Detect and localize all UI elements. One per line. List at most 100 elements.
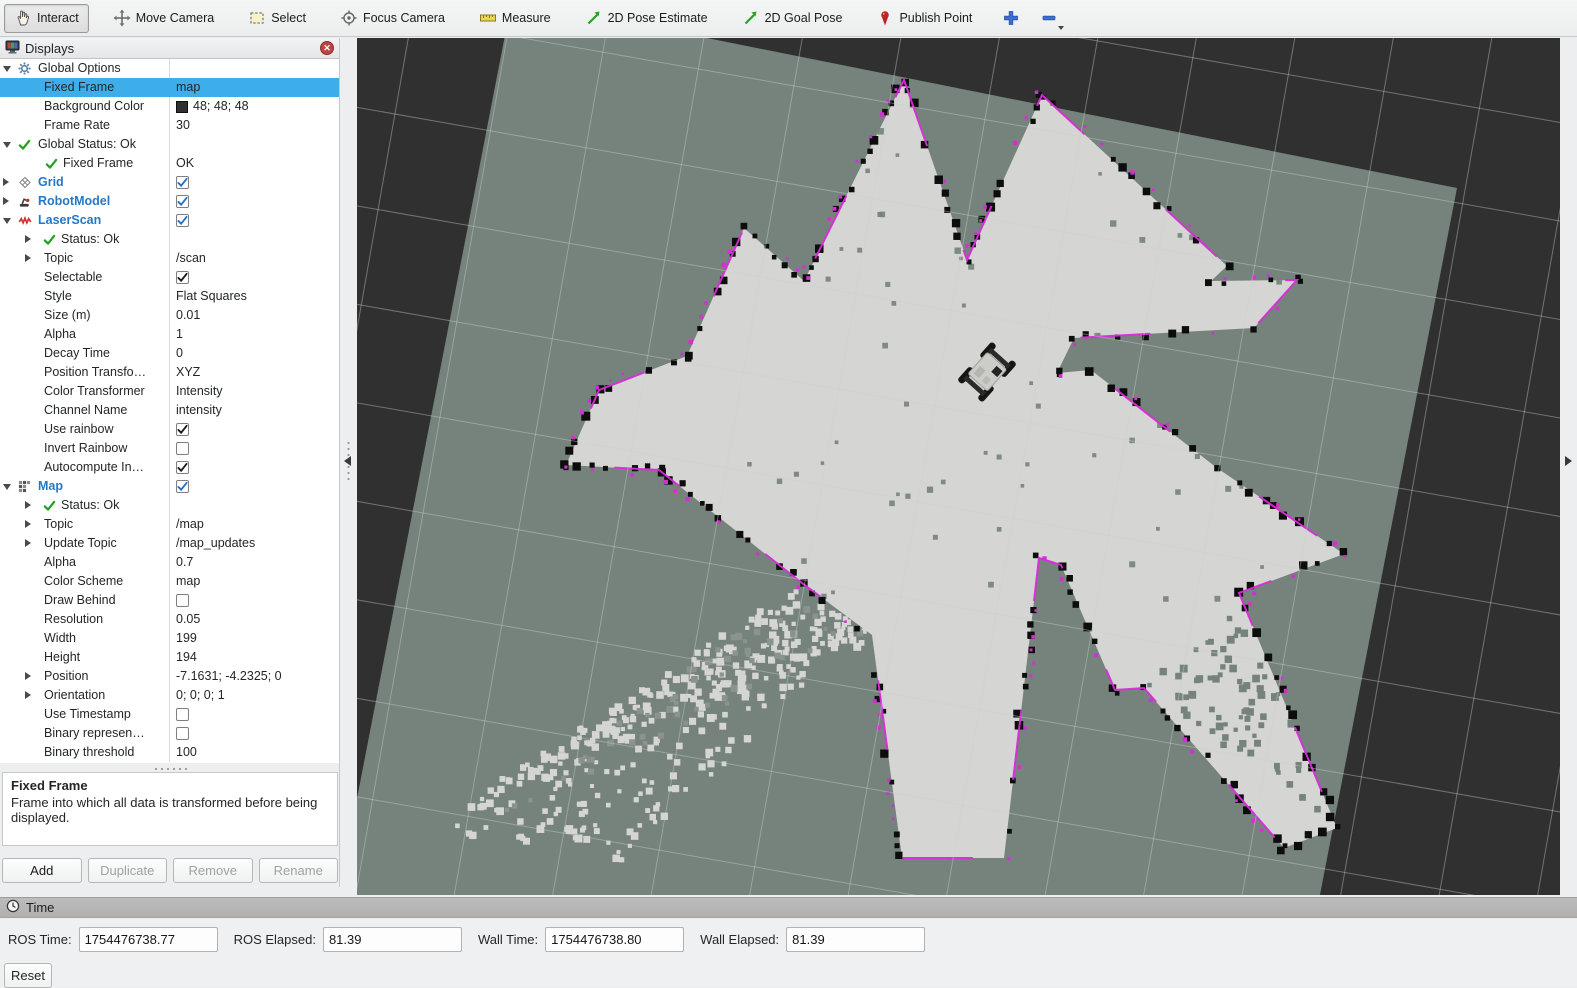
tree-cell-value[interactable]: 199: [171, 629, 339, 648]
tree-row-resolution[interactable]: Resolution0.05: [0, 610, 339, 629]
checkbox-unchecked[interactable]: [176, 594, 189, 607]
tree-row-selectable[interactable]: Selectable: [0, 268, 339, 287]
tree-row-update-topic[interactable]: Update Topic/map_updates: [0, 534, 339, 553]
right-splitter[interactable]: [1560, 38, 1577, 895]
tool-2d-pose-estimate[interactable]: 2D Pose Estimate: [575, 4, 718, 33]
tree-cell-value[interactable]: [171, 477, 339, 496]
checkbox-unchecked[interactable]: [176, 442, 189, 455]
tree-cell-value[interactable]: map: [171, 78, 339, 97]
tree-cell-value[interactable]: /map: [171, 515, 339, 534]
tree-row-style[interactable]: StyleFlat Squares: [0, 287, 339, 306]
checkbox-checked[interactable]: [176, 214, 189, 227]
tree-cell-value[interactable]: [171, 458, 339, 477]
tree-row-status-ok[interactable]: Status: Ok: [0, 496, 339, 515]
collapsed-arrow-icon[interactable]: [3, 197, 9, 205]
checkbox-checked[interactable]: [176, 176, 189, 189]
tree-row-binary-represen[interactable]: Binary represen…: [0, 724, 339, 743]
tree-cell-value[interactable]: 0; 0; 0; 1: [171, 686, 339, 705]
tool-move-camera[interactable]: Move Camera: [103, 4, 225, 33]
tree-cell-value[interactable]: Intensity: [171, 382, 339, 401]
tree-cell-value[interactable]: [171, 705, 339, 724]
tool-select[interactable]: Select: [238, 4, 316, 33]
expanded-arrow-icon[interactable]: [3, 142, 11, 148]
tree-cell-value[interactable]: -7.1631; -4.2325; 0: [171, 667, 339, 686]
checkbox-checked[interactable]: [176, 271, 189, 284]
tool-measure[interactable]: Measure: [469, 4, 561, 33]
tree-row-invert-rainbow[interactable]: Invert Rainbow: [0, 439, 339, 458]
tool-remove-tool-icon[interactable]: [1034, 4, 1064, 33]
tree-row-use-timestamp[interactable]: Use Timestamp: [0, 705, 339, 724]
tree-cell-value[interactable]: 48; 48; 48: [171, 97, 339, 116]
collapsed-arrow-icon[interactable]: [3, 178, 9, 186]
tree-cell-value[interactable]: [171, 268, 339, 287]
ros-time-input[interactable]: [79, 927, 218, 952]
collapsed-arrow-icon[interactable]: [25, 254, 31, 262]
displays-tree[interactable]: Global OptionsFixed FramemapBackground C…: [0, 59, 339, 763]
tree-cell-value[interactable]: /map_updates: [171, 534, 339, 553]
tree-row-laserscan[interactable]: LaserScan: [0, 211, 339, 230]
expanded-arrow-icon[interactable]: [3, 484, 11, 490]
tree-cell-value[interactable]: [171, 211, 339, 230]
collapsed-arrow-icon[interactable]: [25, 672, 31, 680]
expanded-arrow-icon[interactable]: [3, 218, 11, 224]
tree-cell-value[interactable]: intensity: [171, 401, 339, 420]
tool-menu-caret-icon[interactable]: [1058, 26, 1064, 30]
collapsed-arrow-icon[interactable]: [25, 691, 31, 699]
tree-cell-value[interactable]: [171, 420, 339, 439]
tree-row-binary-threshold[interactable]: Binary threshold100: [0, 743, 339, 762]
duplicate-button[interactable]: Duplicate: [88, 858, 168, 883]
displays-titlebar[interactable]: Displays ✕: [0, 38, 339, 59]
tree-cell-value[interactable]: 0.01: [171, 306, 339, 325]
close-panel-button[interactable]: ✕: [320, 41, 334, 55]
tree-row-decay-time[interactable]: Decay Time0: [0, 344, 339, 363]
3d-viewport[interactable]: [357, 38, 1560, 895]
tree-row-status-ok[interactable]: Status: Ok: [0, 230, 339, 249]
tree-row-topic[interactable]: Topic/map: [0, 515, 339, 534]
tree-cell-value[interactable]: XYZ: [171, 363, 339, 382]
tree-cell-value[interactable]: 100: [171, 743, 339, 762]
tree-row-fixed-frame[interactable]: Fixed Framemap: [0, 78, 339, 97]
tree-cell-value[interactable]: 0.05: [171, 610, 339, 629]
collapse-left-arrow-icon[interactable]: [344, 456, 351, 466]
ros-elapsed-input[interactable]: [323, 927, 462, 952]
tree-cell-value[interactable]: 194: [171, 648, 339, 667]
color-swatch[interactable]: [176, 101, 188, 113]
tree-row-height[interactable]: Height194: [0, 648, 339, 667]
tree-cell-value[interactable]: 0: [171, 344, 339, 363]
wall-time-input[interactable]: [545, 927, 684, 952]
collapsed-arrow-icon[interactable]: [25, 501, 31, 509]
tree-row-position[interactable]: Position-7.1631; -4.2325; 0: [0, 667, 339, 686]
tree-cell-value[interactable]: [171, 192, 339, 211]
checkbox-checked[interactable]: [176, 423, 189, 436]
collapsed-arrow-icon[interactable]: [25, 539, 31, 547]
tree-cell-value[interactable]: 0.7: [171, 553, 339, 572]
left-splitter[interactable]: [340, 38, 357, 887]
tree-row-size-m[interactable]: Size (m)0.01: [0, 306, 339, 325]
checkbox-checked[interactable]: [176, 480, 189, 493]
tree-row-robotmodel[interactable]: RobotModel: [0, 192, 339, 211]
tree-row-alpha[interactable]: Alpha1: [0, 325, 339, 344]
tree-row-autocompute-in[interactable]: Autocompute In…: [0, 458, 339, 477]
checkbox-unchecked[interactable]: [176, 727, 189, 740]
tool-2d-goal-pose[interactable]: 2D Goal Pose: [732, 4, 853, 33]
tree-row-background-color[interactable]: Background Color48; 48; 48: [0, 97, 339, 116]
wall-elapsed-input[interactable]: [786, 927, 925, 952]
tree-cell-value[interactable]: [171, 591, 339, 610]
tree-row-use-rainbow[interactable]: Use rainbow: [0, 420, 339, 439]
time-panel-titlebar[interactable]: Time: [0, 897, 1577, 918]
tree-row-topic[interactable]: Topic/scan: [0, 249, 339, 268]
tool-publish-point[interactable]: Publish Point: [866, 4, 982, 33]
tool-add-tool-icon[interactable]: [996, 4, 1026, 33]
tree-cell-value[interactable]: [171, 173, 339, 192]
tree-row-map[interactable]: Map: [0, 477, 339, 496]
tree-cell-value[interactable]: [171, 439, 339, 458]
collapse-right-arrow-icon[interactable]: [1565, 456, 1572, 466]
tree-row-frame-rate[interactable]: Frame Rate30: [0, 116, 339, 135]
tree-cell-value[interactable]: OK: [171, 154, 339, 173]
remove-button[interactable]: Remove: [173, 858, 253, 883]
reset-button[interactable]: Reset: [4, 963, 52, 988]
tree-cell-value[interactable]: 30: [171, 116, 339, 135]
tree-cell-value[interactable]: map: [171, 572, 339, 591]
tree-row-grid[interactable]: Grid: [0, 173, 339, 192]
tree-row-global-options[interactable]: Global Options: [0, 59, 339, 78]
